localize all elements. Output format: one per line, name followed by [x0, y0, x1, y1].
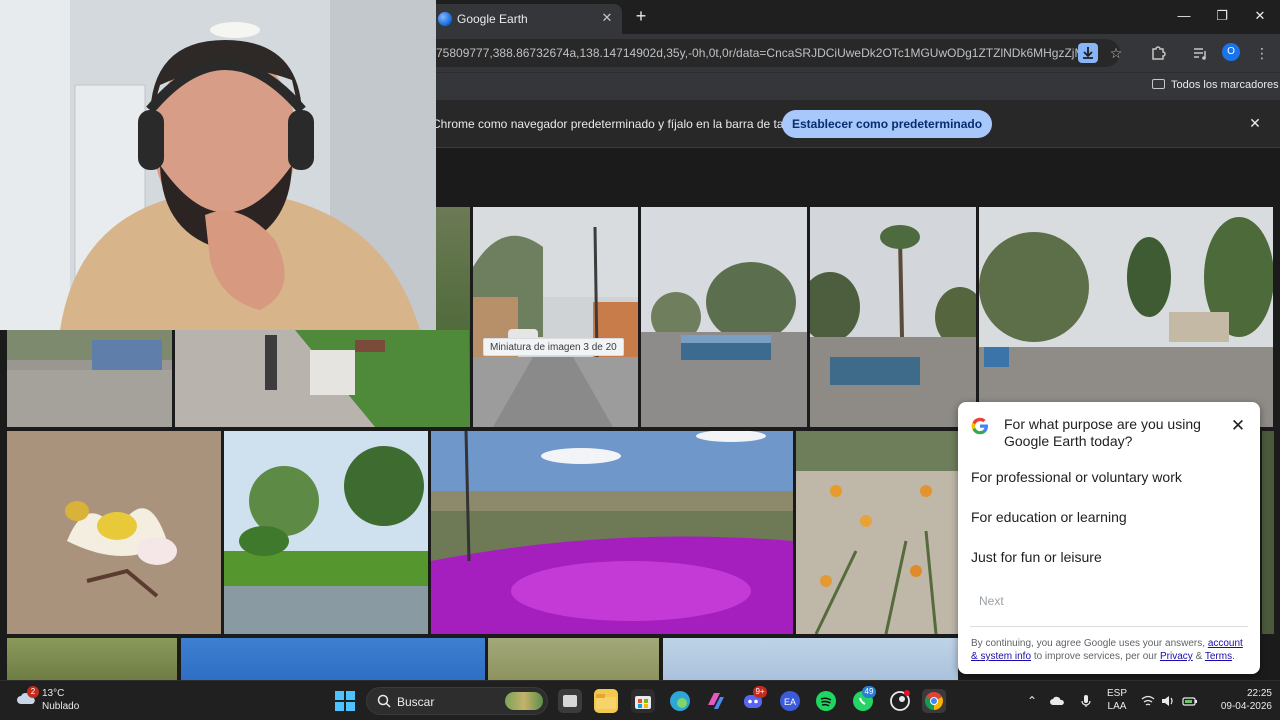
screen: Google Earth ✕ + — ❐ ✕ 75809777,388.8673…: [0, 0, 1280, 720]
clock-date: 09-04-2026: [1220, 701, 1272, 712]
edge-icon[interactable]: [668, 689, 692, 713]
steam-icon[interactable]: [888, 689, 912, 713]
tab-title: Google Earth: [457, 12, 528, 26]
discord-badge: 9+: [753, 686, 767, 698]
window-close-button[interactable]: ✕: [1248, 6, 1272, 26]
photo-thumbnail-flower[interactable]: [7, 431, 221, 634]
webcam-overlay: [0, 0, 436, 330]
google-logo: [971, 417, 988, 435]
window-maximize-button[interactable]: ❐: [1210, 6, 1234, 26]
whatsapp-badge: 49: [862, 686, 876, 698]
profile-avatar[interactable]: O: [1222, 43, 1240, 61]
task-view-icon[interactable]: [558, 689, 582, 713]
webcam-person: [0, 0, 436, 330]
photo-thumbnail-park[interactable]: [979, 207, 1273, 427]
option-education[interactable]: For education or learning: [971, 509, 1127, 525]
footer-text: By continuing, you agree Google uses you…: [971, 638, 1206, 649]
window-minimize-button[interactable]: —: [1172, 6, 1196, 26]
folder-icon: [1152, 79, 1165, 89]
photo-thumbnail-bench[interactable]: [7, 330, 172, 427]
next-button[interactable]: Next: [979, 594, 1004, 608]
new-tab-button[interactable]: +: [632, 6, 650, 26]
wifi-icon[interactable]: [1140, 693, 1156, 709]
photo-thumbnail[interactable]: [488, 638, 659, 680]
taskbar-search[interactable]: Buscar: [366, 687, 548, 715]
photo-thumbnail-garden[interactable]: [224, 431, 428, 634]
star-icon[interactable]: ☆: [1106, 43, 1126, 63]
bookmarks-folder[interactable]: Todos los marcadores: [1152, 79, 1279, 91]
chevron-up-icon[interactable]: ⌃: [1024, 693, 1040, 709]
language-indicator[interactable]: ESP: [1104, 688, 1130, 699]
copilot-icon[interactable]: [704, 689, 728, 713]
photo-thumbnail-palm[interactable]: [810, 207, 976, 427]
thumbnail-tooltip: Miniatura de imagen 3 de 20: [483, 338, 624, 356]
download-icon[interactable]: [1078, 43, 1098, 63]
photo-thumbnail-street[interactable]: [473, 207, 638, 427]
tab-close-icon[interactable]: ✕: [598, 9, 616, 27]
tab-google-earth[interactable]: Google Earth ✕: [430, 4, 622, 34]
weather-description: Nublado: [42, 701, 80, 712]
keyboard-layout: LAA: [1107, 701, 1127, 712]
photo-thumbnail-wildflowers[interactable]: [796, 431, 958, 634]
set-default-button[interactable]: Establecer como predeterminado: [782, 110, 993, 138]
svg-text:EA: EA: [784, 697, 796, 707]
photo-thumbnail-monument[interactable]: [175, 330, 469, 427]
weather-temperature: 13°C: [42, 688, 65, 699]
photo-thumbnail[interactable]: [7, 638, 177, 680]
bookmarks-folder-label: Todos los marcadores: [1171, 79, 1279, 91]
spotify-icon[interactable]: [814, 689, 838, 713]
dialog-divider: [970, 626, 1248, 627]
volume-icon[interactable]: [1160, 693, 1176, 709]
clock-time[interactable]: 22:25: [1206, 688, 1272, 699]
photo-thumbnail-landscape[interactable]: [431, 431, 793, 634]
dialog-footer: By continuing, you agree Google uses you…: [971, 637, 1251, 663]
mic-icon[interactable]: [1078, 693, 1094, 709]
search-placeholder: Buscar: [397, 695, 435, 709]
address-bar[interactable]: 75809777,388.86732674a,138.14714902d,35y…: [420, 39, 1120, 67]
taskbar: 2 13°C Nublado Buscar 9+ EA 49 ⌃ ESP LAA…: [0, 680, 1280, 720]
weather-badge: 2: [27, 686, 39, 698]
extensions-icon[interactable]: [1148, 43, 1168, 63]
privacy-link[interactable]: Privacy: [1160, 651, 1193, 662]
photo-thumbnail[interactable]: [181, 638, 485, 680]
file-explorer-icon[interactable]: [594, 689, 618, 713]
footer-text: .: [1232, 651, 1235, 662]
survey-dialog: For what purpose are you using Google Ea…: [958, 402, 1260, 674]
url-text: 75809777,388.86732674a,138.14714902d,35y…: [436, 46, 1086, 60]
search-icon: [377, 694, 391, 708]
dialog-close-icon[interactable]: ✕: [1228, 416, 1248, 436]
terms-link[interactable]: Terms: [1205, 651, 1232, 662]
photo-thumbnail[interactable]: [1262, 431, 1274, 634]
menu-icon[interactable]: ⋮: [1252, 43, 1272, 63]
photo-thumbnail[interactable]: [663, 638, 958, 680]
google-earth-favicon: [438, 12, 452, 26]
option-fun[interactable]: Just for fun or leisure: [971, 549, 1102, 565]
footer-text: to improve services, per our: [1033, 651, 1158, 662]
photo-thumbnail-plaza[interactable]: [641, 207, 807, 427]
media-icon[interactable]: [1190, 43, 1210, 63]
footer-text: &: [1195, 651, 1203, 662]
option-professional[interactable]: For professional or voluntary work: [971, 469, 1182, 485]
search-highlight-image: [505, 692, 543, 710]
battery-icon[interactable]: [1182, 693, 1198, 709]
dialog-title: For what purpose are you using Google Ea…: [1004, 416, 1201, 449]
store-icon[interactable]: [631, 689, 655, 713]
onedrive-icon[interactable]: [1050, 693, 1066, 709]
ea-icon[interactable]: EA: [778, 689, 802, 713]
windows-start-icon[interactable]: [335, 691, 355, 711]
infobar-close-icon[interactable]: ✕: [1246, 114, 1264, 132]
chrome-icon[interactable]: [922, 689, 946, 713]
infobar-text: Chrome como navegador predeterminado y f…: [432, 117, 807, 131]
